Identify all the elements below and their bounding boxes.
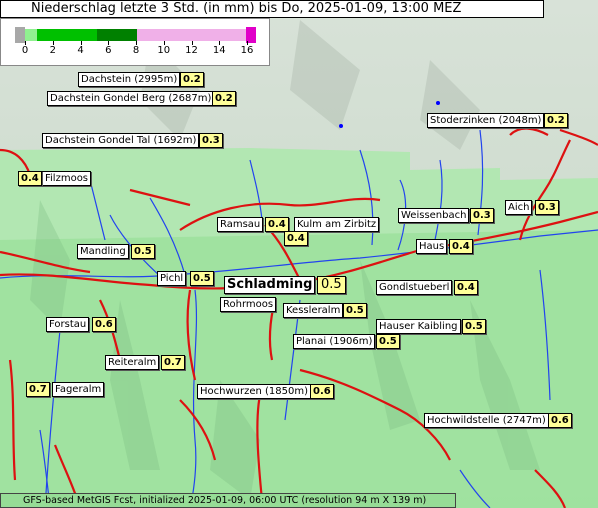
station-value-forstau: 0.6 (92, 317, 116, 332)
station-label-stoderzinken: Stoderzinken (2048m) (427, 113, 545, 128)
station-value-dachstein-gondel-berg: 0.2 (212, 91, 236, 106)
model-footer: GFS-based MetGIS Fcst, initialized 2025-… (0, 493, 456, 508)
station-label-filzmoos: Filzmoos (42, 171, 92, 186)
station-value-pichl: 0.5 (190, 271, 214, 286)
legend-seg-pink (137, 29, 247, 41)
legend-tick-label: 14 (212, 45, 226, 56)
station-label-dachstein: Dachstein (2995m) (78, 72, 181, 87)
map-title: Niederschlag letzte 3 Std. (in mm) bis D… (0, 0, 544, 18)
station-value-ramsau: 0.4 (265, 217, 289, 232)
station-value-fageralm: 0.7 (26, 382, 50, 397)
station-label-gondlstueberl: Gondlstueberl (376, 280, 453, 295)
station-value-filzmoos: 0.4 (18, 171, 42, 186)
station-label-planai: Planai (1906m) (293, 334, 376, 349)
station-label-pichl: Pichl (157, 271, 187, 286)
station-value-dachstein: 0.2 (180, 72, 204, 87)
station-value-dachstein-gondel-tal: 0.3 (199, 133, 223, 148)
legend-tick-label: 4 (77, 45, 84, 56)
legend-min-cap (15, 27, 25, 43)
station-label-kessleralm: Kessleralm (283, 303, 344, 318)
station-label-fageralm: Fageralm (52, 382, 105, 397)
precipitation-map: Niederschlag letzte 3 Std. (in mm) bis D… (0, 0, 598, 508)
station-value-hochwildstelle: 0.6 (548, 413, 572, 428)
legend-tick-label: 16 (240, 45, 254, 56)
station-label-haus: Haus (416, 239, 448, 254)
legend-tick-label: 12 (185, 45, 198, 56)
legend-seg-light-green (25, 29, 37, 41)
station-label-reiteralm: Reiteralm (105, 355, 160, 370)
station-value-mandling: 0.5 (131, 244, 155, 259)
station-value-kessleralm: 0.5 (343, 303, 367, 318)
station-label-forstau: Forstau (46, 317, 90, 332)
station-label-aich: Aich (505, 200, 533, 215)
station-value-haus: 0.4 (449, 239, 473, 254)
station-label-kulm-am-zirbitz: Kulm am Zirbitz (294, 217, 380, 232)
station-label-weissenbach: Weissenbach (398, 208, 470, 223)
station-label-ramsau: Ramsau (217, 217, 264, 232)
station-value-stoderzinken: 0.2 (544, 113, 568, 128)
station-value-weissenbach: 0.3 (470, 208, 494, 223)
station-value-hochwurzen: 0.6 (310, 384, 334, 399)
legend-tick-label: 8 (132, 45, 140, 56)
legend-seg-dark-green (97, 29, 137, 41)
station-value-gondlstueberl: 0.4 (454, 280, 478, 295)
station-label-hochwurzen: Hochwurzen (1850m) (197, 384, 312, 399)
station-label-hochwildstelle: Hochwildstelle (2747m) (424, 413, 549, 428)
station-value-reiteralm: 0.7 (161, 355, 185, 370)
station-value-hauser-kaibling: 0.5 (462, 319, 486, 334)
legend-tick-label: 6 (105, 45, 112, 56)
station-label-rohrmoos: Rohrmoos (220, 297, 277, 312)
station-value-aich: 0.3 (535, 200, 559, 215)
station-label-mandling: Mandling (77, 244, 129, 259)
station-label-dachstein-gondel-berg: Dachstein Gondel Berg (2687m) (47, 91, 215, 106)
station-value-schladming: 0.5 (317, 276, 346, 294)
legend-seg-green (37, 29, 97, 41)
legend-tick-label: 10 (157, 45, 171, 56)
station-label-dachstein-gondel-tal: Dachstein Gondel Tal (1692m) (42, 133, 200, 148)
precip-legend: 0 2 4 6 8 10 12 14 16 (0, 18, 270, 66)
station-label-hauser-kaibling: Hauser Kaibling (376, 319, 461, 334)
station-label-schladming: Schladming (224, 276, 316, 294)
station-value-planai: 0.5 (376, 334, 400, 349)
legend-tick-label: 2 (49, 45, 56, 56)
station-value-kulm-am-zirbitz: 0.4 (284, 231, 308, 246)
legend-tick-label: 0 (21, 45, 29, 56)
